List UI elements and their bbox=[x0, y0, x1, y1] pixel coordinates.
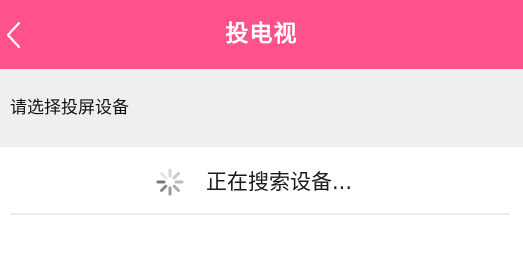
searching-status-row: 正在搜索设备... bbox=[0, 147, 523, 215]
page-title: 投电视 bbox=[225, 21, 298, 47]
list-divider bbox=[0, 213, 523, 215]
divider-right-inset bbox=[510, 212, 523, 215]
prompt-section: 请选择投屏设备 bbox=[0, 69, 523, 147]
loading-spinner-icon bbox=[156, 168, 184, 196]
searching-devices-text: 正在搜索设备... bbox=[206, 170, 353, 194]
select-device-prompt: 请选择投屏设备 bbox=[10, 98, 129, 118]
device-list: 正在搜索设备... bbox=[0, 147, 523, 215]
divider-left-inset bbox=[0, 212, 10, 215]
app-header: 投电视 bbox=[0, 0, 523, 69]
